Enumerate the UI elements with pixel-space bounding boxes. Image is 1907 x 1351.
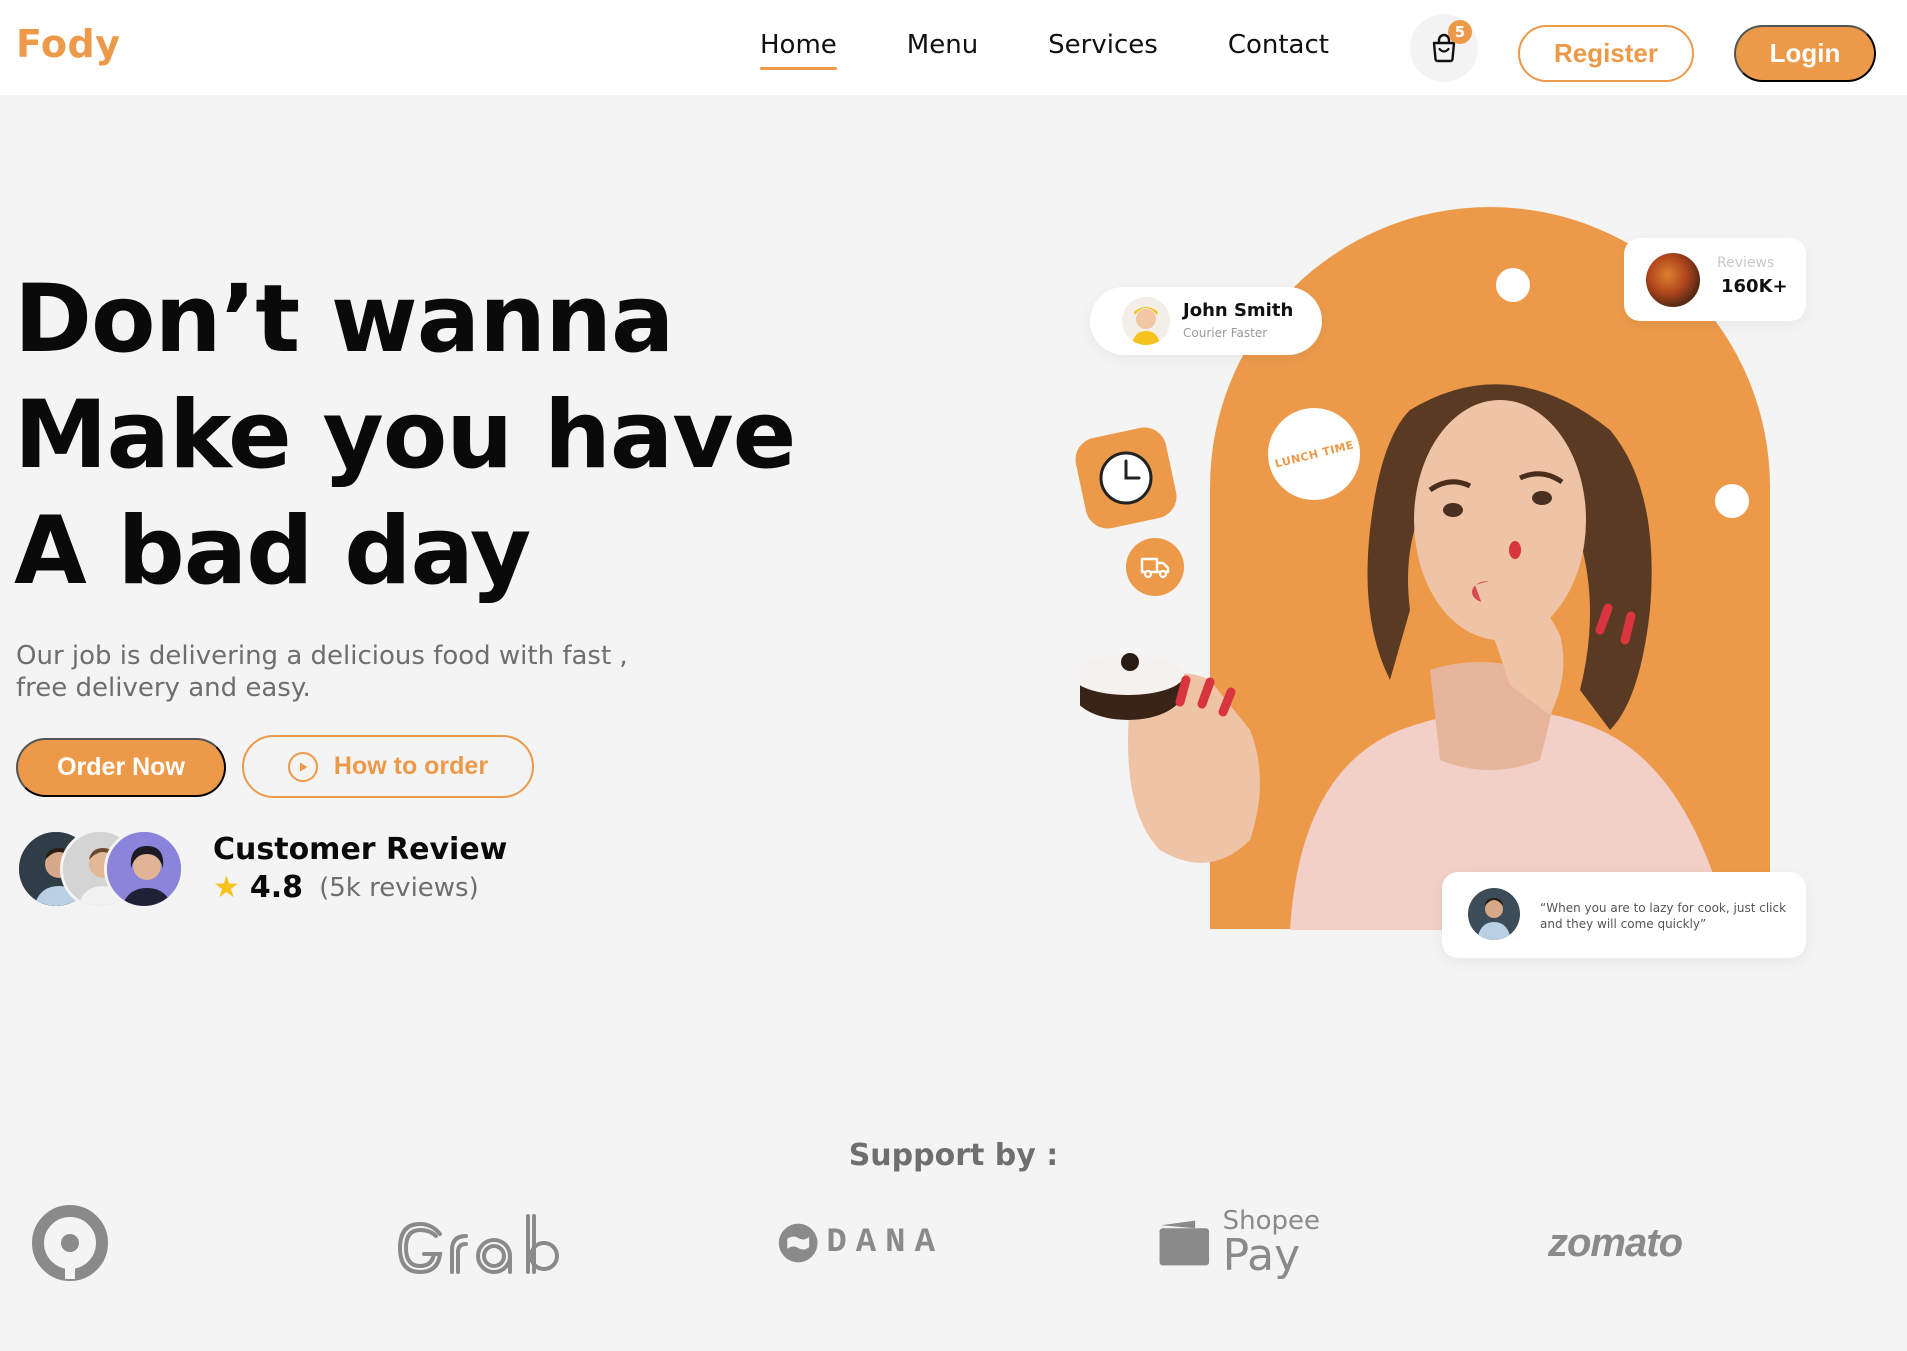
courier-name: John Smith — [1183, 300, 1294, 321]
nav-contact[interactable]: Contact — [1228, 30, 1329, 70]
cart-button[interactable]: 5 — [1410, 14, 1478, 82]
food-thumbnail — [1646, 253, 1700, 307]
register-button[interactable]: Register — [1518, 25, 1694, 82]
how-to-order-button[interactable]: How to order — [242, 735, 534, 798]
logo[interactable]: Fody — [16, 22, 121, 66]
clock-card — [1071, 423, 1181, 533]
courier-avatar — [1122, 297, 1170, 345]
customer-avatars — [16, 829, 186, 911]
hero-woman-image — [1080, 384, 1730, 930]
review-count: (5k reviews) — [319, 872, 479, 903]
how-to-order-label: How to order — [333, 752, 489, 780]
customer-review-title: Customer Review — [213, 832, 508, 867]
reviews-value: 160K+ — [1721, 276, 1788, 297]
nav-home[interactable]: Home — [760, 30, 837, 70]
grab-icon — [397, 1214, 559, 1275]
gojek-icon — [32, 1205, 108, 1281]
login-button[interactable]: Login — [1734, 25, 1876, 82]
hero-title-line-1: Don’t wanna — [14, 265, 674, 374]
main-nav: Home Menu Services Contact — [760, 30, 1399, 70]
courier-role: Courier Faster — [1183, 326, 1268, 340]
partner-gojek-logo[interactable] — [32, 1198, 112, 1288]
reviews-label: Reviews — [1717, 255, 1775, 271]
testimonial-text: “When you are to lazy for cook, just cli… — [1540, 901, 1787, 931]
testimonial-avatar — [1468, 888, 1520, 940]
dana-icon — [778, 1223, 818, 1263]
site-header: Fody Home Menu Services Contact 5 Regist… — [0, 0, 1907, 95]
clock-icon — [1099, 451, 1153, 505]
rating-value: 4.8 — [249, 870, 304, 905]
play-icon — [287, 751, 318, 782]
reviews-card: Reviews 160K+ — [1624, 238, 1806, 321]
partner-shopeepay-logo[interactable]: Shopee Pay — [1158, 1198, 1320, 1288]
nav-services[interactable]: Services — [1048, 30, 1158, 70]
nav-menu[interactable]: Menu — [907, 30, 978, 70]
partner-zomato-logo[interactable]: zomato — [1548, 1198, 1698, 1288]
hero-subtitle: Our job is delivering a delicious food w… — [16, 640, 656, 704]
lunch-time-label: LUNCH TIME — [1273, 437, 1355, 471]
partner-dana-logo[interactable]: DANA — [778, 1198, 944, 1288]
courier-card: John Smith Courier Faster — [1090, 287, 1322, 355]
hero-title-line-3: A bad day — [14, 497, 531, 606]
rating-row: ★ 4.8 (5k reviews) — [213, 870, 479, 905]
hero-title-line-2: Make you have — [14, 381, 796, 490]
dana-wordmark: DANA — [826, 1224, 944, 1262]
zomato-wordmark: zomato — [1548, 1220, 1683, 1265]
testimonial-card: “When you are to lazy for cook, just cli… — [1442, 872, 1806, 958]
hero-subtitle-line-1: Our job is delivering a delicious food w… — [16, 641, 628, 671]
hero-title: Don’t wanna Make you have A bad day — [14, 262, 814, 610]
partner-grab-logo[interactable] — [396, 1198, 562, 1288]
delivery-truck-badge — [1126, 538, 1184, 596]
hero-subtitle-line-2: free delivery and easy. — [16, 673, 311, 703]
order-now-button[interactable]: Order Now — [16, 738, 226, 797]
customer-avatar — [104, 829, 184, 909]
lunch-time-badge: LUNCH TIME — [1268, 408, 1360, 500]
decor-dot — [1496, 268, 1530, 302]
wallet-icon — [1159, 1220, 1210, 1266]
star-icon: ★ — [213, 869, 240, 905]
truck-icon — [1140, 557, 1170, 579]
shopeepay-wordmark: Shopee Pay — [1223, 1208, 1320, 1278]
cart-count-badge: 5 — [1448, 20, 1472, 44]
pay-text: Pay — [1222, 1230, 1301, 1281]
support-title: Support by : — [848, 1138, 1059, 1173]
